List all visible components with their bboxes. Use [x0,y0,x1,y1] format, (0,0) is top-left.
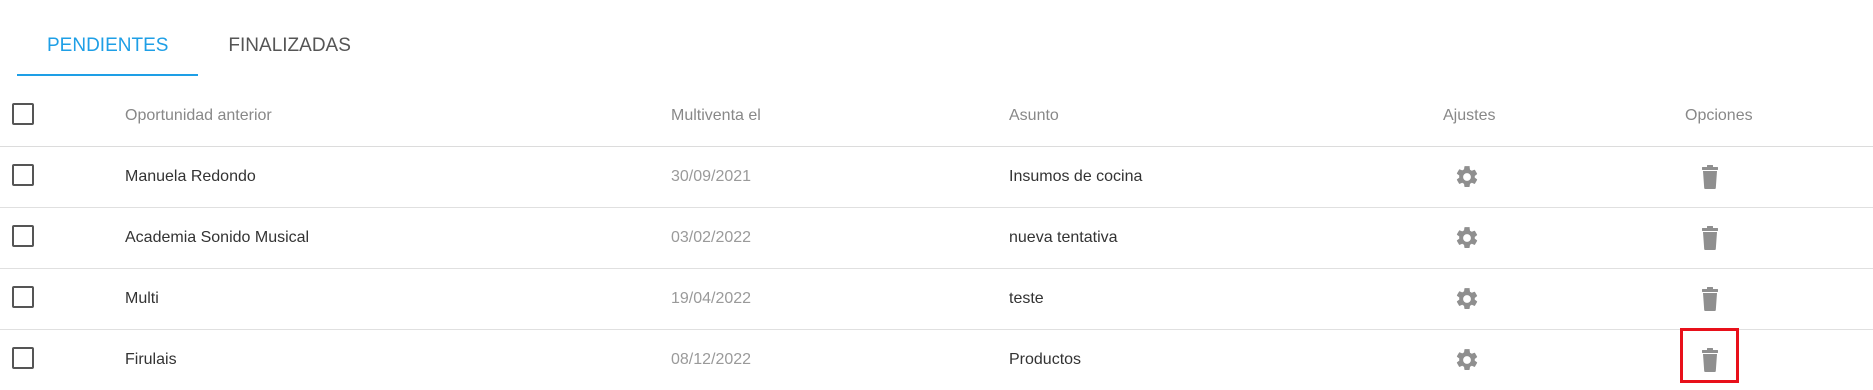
row-check-cell [12,330,40,390]
multiventa-table: Oportunidad anterior Multiventa el Asunt… [0,86,1873,390]
row-checkbox[interactable] [12,347,34,369]
trash-icon [1702,348,1718,372]
header-multiventa-el: Multiventa el [671,107,761,124]
gear-icon [1456,166,1478,187]
row-asunto: Insumos de cocina [1009,168,1143,185]
header-oportunidad: Oportunidad anterior [125,107,272,124]
table-row: Manuela Redondo 30/09/2021 Insumos de co… [0,147,1873,208]
tab-finalizadas[interactable]: FINALIZADAS [198,22,380,76]
row-multiventa-date: 30/09/2021 [671,168,752,185]
settings-button[interactable] [1451,344,1483,376]
delete-button[interactable] [1694,283,1726,315]
row-check-cell [12,269,40,329]
trash-icon [1702,226,1718,250]
settings-button[interactable] [1451,283,1483,315]
row-oportunidad: Firulais [125,351,177,368]
header-asunto: Asunto [1009,107,1059,124]
trash-icon [1702,287,1718,311]
delete-button[interactable] [1694,344,1726,376]
settings-button[interactable] [1451,222,1483,254]
table-row: Firulais 08/12/2022 Productos [0,330,1873,390]
table-row: Multi 19/04/2022 teste [0,269,1873,330]
row-oportunidad: Academia Sonido Musical [125,229,310,246]
row-check-cell [12,147,40,207]
table-header: Oportunidad anterior Multiventa el Asunt… [0,86,1873,147]
header-ajustes: Ajustes [1443,107,1496,124]
row-multiventa-date: 03/02/2022 [671,229,752,246]
row-asunto: teste [1009,290,1044,307]
select-all-cell [12,86,40,146]
row-checkbox[interactable] [12,225,34,247]
table-row: Academia Sonido Musical 03/02/2022 nueva… [0,208,1873,269]
row-checkbox[interactable] [12,286,34,308]
header-opciones: Opciones [1685,107,1753,124]
tab-pendientes[interactable]: PENDIENTES [17,22,199,76]
settings-button[interactable] [1451,161,1483,193]
select-all-checkbox[interactable] [12,103,34,125]
gear-icon [1456,288,1478,309]
tab-bar: PENDIENTES FINALIZADAS [17,22,381,76]
row-asunto: nueva tentativa [1009,229,1118,246]
gear-icon [1456,349,1478,370]
row-oportunidad: Multi [125,290,159,307]
trash-icon [1702,165,1718,189]
row-oportunidad: Manuela Redondo [125,168,256,185]
delete-button[interactable] [1694,222,1726,254]
delete-button[interactable] [1694,161,1726,193]
row-multiventa-date: 19/04/2022 [671,290,752,307]
row-checkbox[interactable] [12,164,34,186]
row-check-cell [12,208,40,268]
row-asunto: Productos [1009,351,1082,368]
gear-icon [1456,227,1478,248]
row-multiventa-date: 08/12/2022 [671,351,752,368]
